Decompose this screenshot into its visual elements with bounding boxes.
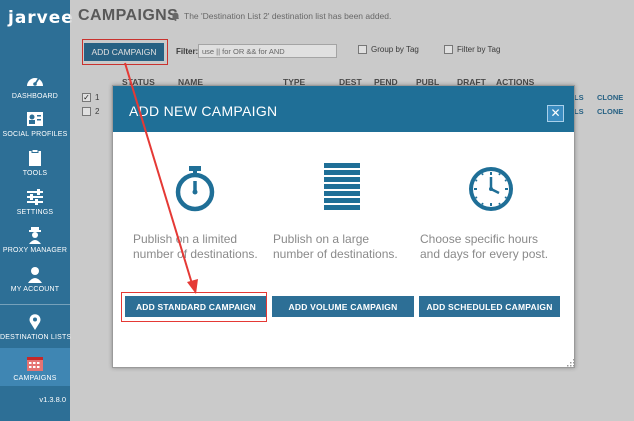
sidebar-item-label: SETTINGS	[16, 209, 54, 216]
clipboard-icon	[29, 149, 41, 166]
sidebar-item-label: PROXY MANAGER	[2, 247, 68, 254]
highlight-box	[121, 292, 267, 322]
user-icon	[28, 267, 42, 283]
stopwatch-icon	[175, 166, 215, 212]
standard-campaign-description: Publish on a limited number of destinati…	[133, 232, 258, 261]
sidebar-item-label: DASHBOARD	[11, 93, 59, 100]
clock-icon	[469, 167, 513, 211]
sidebar-item-label: MY ACCOUNT	[10, 286, 60, 293]
version-label: v1.3.8.0	[39, 395, 66, 404]
app-logo: jarvee	[8, 8, 74, 28]
add-volume-campaign-button[interactable]: ADD VOLUME CAMPAIGN	[272, 296, 414, 317]
sidebar-item-my-account[interactable]: MY ACCOUNT	[0, 265, 70, 293]
sidebar-item-label: SOCIAL PROFILES	[2, 131, 68, 138]
add-scheduled-campaign-button[interactable]: ADD SCHEDULED CAMPAIGN	[419, 296, 560, 317]
proxy-user-icon	[29, 227, 41, 244]
sidebar-item-settings[interactable]: SETTINGS	[0, 188, 70, 216]
sidebar-item-campaigns[interactable]: CAMPAIGNS	[0, 348, 70, 386]
close-button[interactable]: ✕	[547, 105, 564, 122]
speedometer-icon	[27, 77, 43, 86]
sidebar-item-proxy-manager[interactable]: PROXY MANAGER	[0, 226, 70, 254]
resize-grip-icon[interactable]	[565, 357, 575, 367]
sidebar-item-label: TOOLS	[22, 170, 48, 177]
sidebar-item-dashboard[interactable]: DASHBOARD	[0, 72, 70, 100]
sidebar-divider	[0, 304, 70, 305]
sidebar-item-destination-lists[interactable]: DESTINATION LISTS	[0, 313, 72, 341]
sidebar-item-social-profiles[interactable]: SOCIAL PROFILES	[0, 110, 70, 138]
dialog-header: ADD NEW CAMPAIGN ✕	[113, 86, 574, 132]
sidebar-item-label: CAMPAIGNS	[13, 375, 57, 382]
add-campaign-dialog: ADD NEW CAMPAIGN ✕ Publish on a limited …	[112, 85, 575, 368]
profile-card-icon	[27, 112, 43, 126]
calendar-icon	[27, 357, 43, 371]
sidebar-item-tools[interactable]: TOOLS	[0, 149, 70, 177]
sliders-icon	[27, 189, 43, 205]
sidebar-item-label: DESTINATION LISTS	[0, 334, 72, 341]
sidebar: jarvee DASHBOARD SOCIAL PROFILES TOOLS S…	[0, 0, 73, 421]
scheduled-campaign-description: Choose specific hours and days for every…	[420, 232, 549, 261]
stack-list-icon	[324, 163, 360, 210]
dialog-title: ADD NEW CAMPAIGN	[129, 103, 278, 119]
map-pin-icon	[29, 314, 41, 330]
volume-campaign-description: Publish on a large number of destination…	[273, 232, 398, 261]
